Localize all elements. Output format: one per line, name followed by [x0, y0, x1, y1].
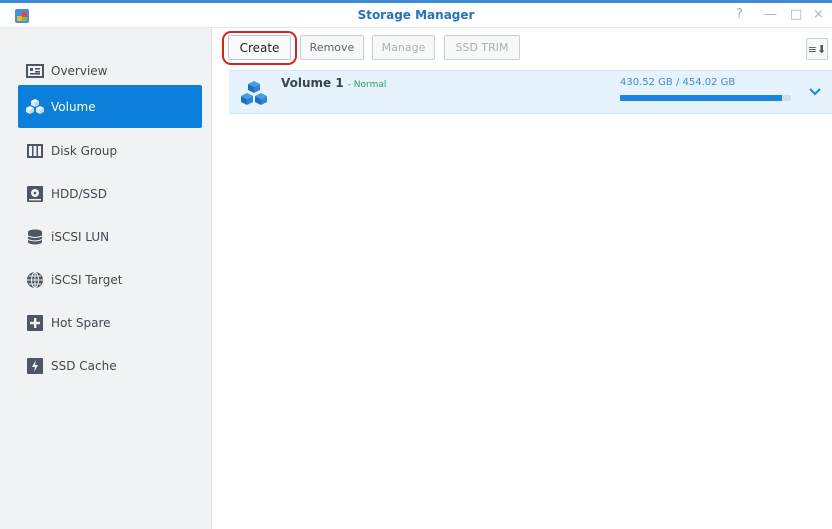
volume-icon — [26, 98, 44, 114]
volume-row[interactable]: Volume 1- Normal 430.52 GB / 454.02 GB — [229, 70, 832, 114]
chevron-down-icon[interactable] — [809, 85, 821, 99]
sidebar-item-label: Disk Group — [51, 143, 118, 158]
sidebar-item-label: Hot Spare — [51, 315, 111, 330]
sidebar-item-disk-group[interactable]: Disk Group — [18, 129, 202, 172]
overview-icon — [26, 63, 44, 78]
minimize-icon[interactable]: — — [764, 7, 777, 22]
sidebar-item-label: SSD Cache — [51, 358, 117, 373]
sidebar-item-label: iSCSI LUN — [51, 229, 110, 244]
volume-usage-bar-fill — [620, 95, 783, 101]
iscsi-lun-icon — [27, 229, 43, 244]
globe-icon — [27, 271, 43, 288]
sidebar-item-label: HDD/SSD — [51, 186, 108, 201]
sidebar: Overview Volume Disk Group HDD/SSD iSCSI… — [0, 28, 212, 529]
sidebar-item-label: Volume — [51, 99, 96, 114]
sidebar-item-iscsi-target[interactable]: iSCSI Target — [18, 258, 202, 301]
ssd-trim-button[interactable]: SSD TRIM — [444, 35, 520, 60]
sidebar-item-hdd-ssd[interactable]: HDD/SSD — [18, 172, 202, 215]
volume-name: Volume 1- Normal — [281, 76, 386, 90]
volume-usage: 430.52 GB / 454.02 GB — [620, 77, 736, 88]
sidebar-item-label: Overview — [51, 63, 108, 78]
hdd-icon — [27, 185, 43, 202]
sidebar-item-label: iSCSI Target — [51, 272, 123, 287]
sort-button[interactable]: ≡⬇ — [806, 38, 828, 60]
hot-spare-icon — [27, 314, 43, 331]
sidebar-item-iscsi-lun[interactable]: iSCSI LUN — [18, 215, 202, 258]
window-title: Storage Manager — [357, 8, 475, 22]
volume-title: Volume 1 — [281, 76, 344, 90]
help-icon[interactable]: ? — [736, 7, 743, 22]
maximize-icon[interactable]: □ — [790, 7, 802, 22]
sidebar-item-hot-spare[interactable]: Hot Spare — [18, 301, 202, 344]
ssd-cache-icon — [27, 357, 43, 374]
close-icon[interactable]: × — [813, 7, 824, 22]
manage-button[interactable]: Manage — [372, 35, 435, 60]
volume-usage-bar — [620, 95, 791, 101]
window-titlebar: Storage Manager ? — □ × — [0, 0, 832, 28]
volume-cubes-icon — [241, 81, 267, 105]
volume-status: - Normal — [347, 80, 387, 90]
disk-group-icon — [27, 143, 43, 158]
create-button[interactable]: Create — [228, 35, 291, 60]
sidebar-item-ssd-cache[interactable]: SSD Cache — [18, 344, 202, 387]
remove-button[interactable]: Remove — [300, 35, 364, 60]
sort-icon: ≡⬇ — [807, 42, 827, 56]
sidebar-item-volume[interactable]: Volume — [18, 85, 202, 128]
